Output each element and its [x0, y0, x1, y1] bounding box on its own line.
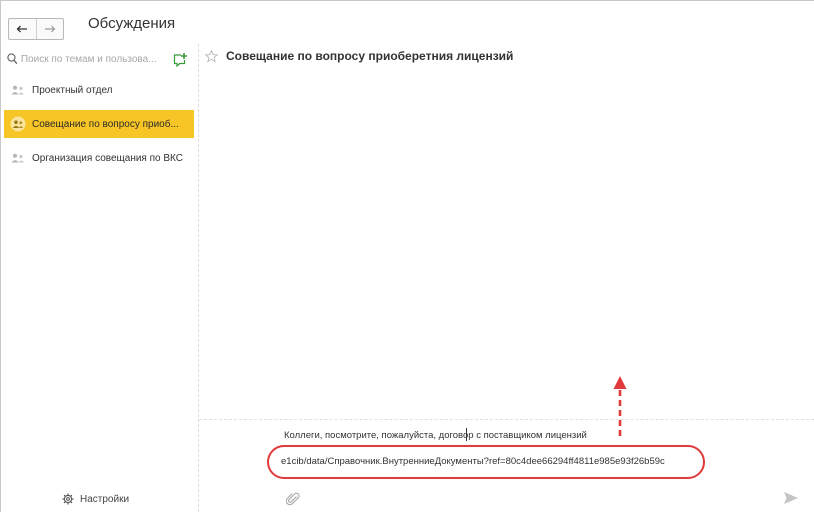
annotation-arrow-up-icon [613, 376, 627, 436]
star-icon[interactable] [205, 49, 218, 63]
search-input[interactable] [17, 53, 167, 65]
window-top-border [0, 0, 814, 1]
users-icon [4, 153, 32, 163]
search-box [7, 50, 167, 68]
topic-label: Совещание по вопросу приоб... [32, 118, 179, 130]
gear-icon [62, 493, 74, 505]
settings-button[interactable]: Настройки [62, 493, 129, 505]
topics-sidebar: Проектный отдел Совещание по вопросу при… [0, 44, 198, 512]
arrow-right-icon [44, 25, 56, 33]
forward-button[interactable] [35, 19, 64, 39]
message-input-text[interactable]: Коллеги, посмотрите, пожалуйста, договор… [284, 430, 587, 441]
link-highlight-ellipse [267, 445, 705, 479]
navigation-buttons [8, 18, 64, 40]
paperclip-icon[interactable] [286, 492, 300, 506]
topic-label: Проектный отдел [32, 84, 113, 96]
topic-item-project-department[interactable]: Проектный отдел [4, 76, 194, 104]
text-cursor [466, 428, 467, 441]
topic-item-license-meeting[interactable]: Совещание по вопросу приоб... [4, 110, 194, 138]
settings-label: Настройки [80, 493, 130, 505]
add-topic-icon[interactable] [172, 52, 188, 68]
compose-divider [199, 419, 814, 420]
conversation-title: Совещание по вопросу приоберетния лиценз… [226, 49, 514, 63]
users-icon [4, 116, 32, 132]
conversation-header: Совещание по вопросу приоберетния лиценз… [205, 49, 513, 63]
window-title: Обсуждения [88, 15, 176, 32]
back-button[interactable] [9, 19, 36, 39]
search-icon [7, 53, 18, 65]
send-icon[interactable] [783, 491, 799, 505]
sidebar-divider [198, 44, 199, 512]
topic-item-vks-meeting[interactable]: Организация совещания по ВКС [4, 144, 194, 172]
users-icon [4, 85, 32, 95]
arrow-left-icon [16, 25, 28, 33]
topic-label: Организация совещания по ВКС [32, 152, 183, 164]
